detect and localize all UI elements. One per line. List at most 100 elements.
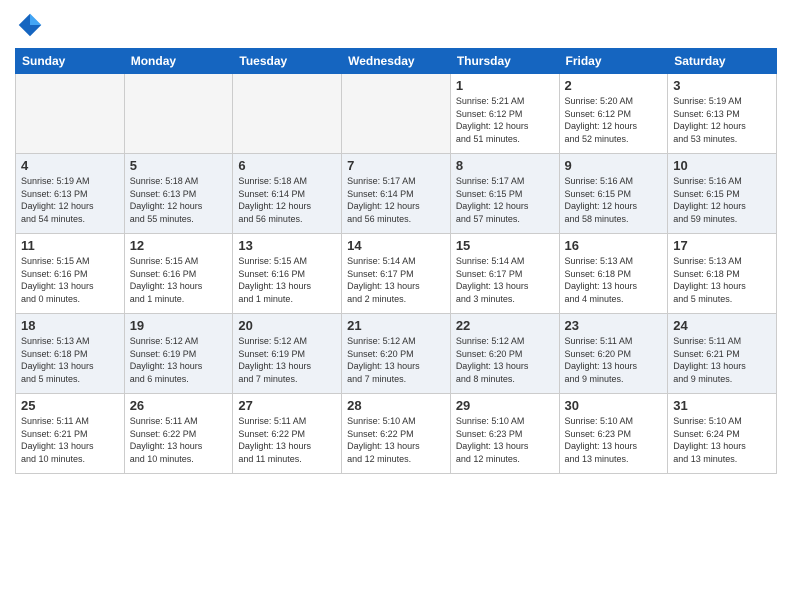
day-number: 19 — [130, 318, 228, 333]
day-info: Sunrise: 5:17 AM Sunset: 6:15 PM Dayligh… — [456, 175, 554, 225]
day-number: 7 — [347, 158, 445, 173]
day-number: 29 — [456, 398, 554, 413]
calendar-cell: 21 Sunrise: 5:12 AM Sunset: 6:20 PM Dayli… — [342, 314, 451, 394]
day-number: 14 — [347, 238, 445, 253]
day-info: Sunrise: 5:12 AM Sunset: 6:19 PM Dayligh… — [130, 335, 228, 385]
day-info: Sunrise: 5:19 AM Sunset: 6:13 PM Dayligh… — [673, 95, 771, 145]
calendar-week-5: 25 Sunrise: 5:11 AM Sunset: 6:21 PM Dayli… — [16, 394, 777, 474]
day-number: 30 — [565, 398, 663, 413]
weekday-header-wednesday: Wednesday — [342, 49, 451, 74]
day-number: 21 — [347, 318, 445, 333]
day-info: Sunrise: 5:15 AM Sunset: 6:16 PM Dayligh… — [130, 255, 228, 305]
calendar-cell: 16 Sunrise: 5:13 AM Sunset: 6:18 PM Dayli… — [559, 234, 668, 314]
day-number: 6 — [238, 158, 336, 173]
day-number: 24 — [673, 318, 771, 333]
calendar-table: SundayMondayTuesdayWednesdayThursdayFrid… — [15, 48, 777, 474]
day-number: 11 — [21, 238, 119, 253]
day-info: Sunrise: 5:16 AM Sunset: 6:15 PM Dayligh… — [673, 175, 771, 225]
calendar-cell — [124, 74, 233, 154]
day-number: 31 — [673, 398, 771, 413]
logo — [15, 10, 49, 40]
day-number: 5 — [130, 158, 228, 173]
calendar-week-2: 4 Sunrise: 5:19 AM Sunset: 6:13 PM Daylig… — [16, 154, 777, 234]
day-number: 17 — [673, 238, 771, 253]
weekday-header-saturday: Saturday — [668, 49, 777, 74]
day-number: 27 — [238, 398, 336, 413]
calendar-cell: 23Sunrise: 5:11 AM Sunset: 6:20 PM Dayli… — [559, 314, 668, 394]
day-info: Sunrise: 5:11 AM Sunset: 6:21 PM Dayligh… — [21, 415, 119, 465]
day-number: 4 — [21, 158, 119, 173]
weekday-header-friday: Friday — [559, 49, 668, 74]
day-number: 1 — [456, 78, 554, 93]
day-number: 3 — [673, 78, 771, 93]
calendar-cell — [233, 74, 342, 154]
page: SundayMondayTuesdayWednesdayThursdayFrid… — [0, 0, 792, 612]
calendar-cell: 5Sunrise: 5:18 AM Sunset: 6:13 PM Daylig… — [124, 154, 233, 234]
weekday-header-sunday: Sunday — [16, 49, 125, 74]
calendar-cell: 17 Sunrise: 5:13 AM Sunset: 6:18 PM Dayli… — [668, 234, 777, 314]
calendar-cell — [342, 74, 451, 154]
day-number: 8 — [456, 158, 554, 173]
day-info: Sunrise: 5:19 AM Sunset: 6:13 PM Dayligh… — [21, 175, 119, 225]
day-number: 2 — [565, 78, 663, 93]
day-number: 28 — [347, 398, 445, 413]
day-number: 13 — [238, 238, 336, 253]
day-info: Sunrise: 5:10 AM Sunset: 6:22 PM Dayligh… — [347, 415, 445, 465]
calendar-cell: 13 Sunrise: 5:15 AM Sunset: 6:16 PM Dayli… — [233, 234, 342, 314]
calendar-cell: 29 Sunrise: 5:10 AM Sunset: 6:23 PM Dayli… — [450, 394, 559, 474]
day-info: Sunrise: 5:12 AM Sunset: 6:20 PM Dayligh… — [456, 335, 554, 385]
calendar-cell: 8 Sunrise: 5:17 AM Sunset: 6:15 PM Daylig… — [450, 154, 559, 234]
day-info: Sunrise: 5:21 AM Sunset: 6:12 PM Dayligh… — [456, 95, 554, 145]
day-info: Sunrise: 5:15 AM Sunset: 6:16 PM Dayligh… — [238, 255, 336, 305]
calendar-cell: 3 Sunrise: 5:19 AM Sunset: 6:13 PM Daylig… — [668, 74, 777, 154]
calendar-cell: 12 Sunrise: 5:15 AM Sunset: 6:16 PM Dayli… — [124, 234, 233, 314]
calendar-week-1: 1 Sunrise: 5:21 AM Sunset: 6:12 PM Daylig… — [16, 74, 777, 154]
calendar-cell: 26 Sunrise: 5:11 AM Sunset: 6:22 PM Dayli… — [124, 394, 233, 474]
day-info: Sunrise: 5:18 AM Sunset: 6:14 PM Dayligh… — [238, 175, 336, 225]
calendar-cell: 11 Sunrise: 5:15 AM Sunset: 6:16 PM Dayli… — [16, 234, 125, 314]
day-number: 22 — [456, 318, 554, 333]
header — [15, 10, 777, 40]
day-info: Sunrise: 5:10 AM Sunset: 6:23 PM Dayligh… — [565, 415, 663, 465]
calendar-cell: 14Sunrise: 5:14 AM Sunset: 6:17 PM Dayli… — [342, 234, 451, 314]
calendar-cell — [16, 74, 125, 154]
calendar-cell: 15 Sunrise: 5:14 AM Sunset: 6:17 PM Dayli… — [450, 234, 559, 314]
day-info: Sunrise: 5:11 AM Sunset: 6:22 PM Dayligh… — [130, 415, 228, 465]
day-info: Sunrise: 5:15 AM Sunset: 6:16 PM Dayligh… — [21, 255, 119, 305]
calendar-cell: 22 Sunrise: 5:12 AM Sunset: 6:20 PM Dayli… — [450, 314, 559, 394]
weekday-header-tuesday: Tuesday — [233, 49, 342, 74]
weekday-header-row: SundayMondayTuesdayWednesdayThursdayFrid… — [16, 49, 777, 74]
day-number: 18 — [21, 318, 119, 333]
logo-icon — [15, 10, 45, 40]
day-info: Sunrise: 5:11 AM Sunset: 6:21 PM Dayligh… — [673, 335, 771, 385]
day-number: 12 — [130, 238, 228, 253]
day-info: Sunrise: 5:12 AM Sunset: 6:19 PM Dayligh… — [238, 335, 336, 385]
day-info: Sunrise: 5:10 AM Sunset: 6:24 PM Dayligh… — [673, 415, 771, 465]
day-info: Sunrise: 5:10 AM Sunset: 6:23 PM Dayligh… — [456, 415, 554, 465]
calendar-cell: 2 Sunrise: 5:20 AM Sunset: 6:12 PM Daylig… — [559, 74, 668, 154]
calendar-cell: 4 Sunrise: 5:19 AM Sunset: 6:13 PM Daylig… — [16, 154, 125, 234]
day-info: Sunrise: 5:13 AM Sunset: 6:18 PM Dayligh… — [673, 255, 771, 305]
calendar-cell: 9Sunrise: 5:16 AM Sunset: 6:15 PM Daylig… — [559, 154, 668, 234]
calendar-cell: 10 Sunrise: 5:16 AM Sunset: 6:15 PM Dayli… — [668, 154, 777, 234]
day-info: Sunrise: 5:13 AM Sunset: 6:18 PM Dayligh… — [565, 255, 663, 305]
day-number: 26 — [130, 398, 228, 413]
day-number: 16 — [565, 238, 663, 253]
calendar-cell: 31 Sunrise: 5:10 AM Sunset: 6:24 PM Dayli… — [668, 394, 777, 474]
day-number: 23 — [565, 318, 663, 333]
calendar-cell: 1 Sunrise: 5:21 AM Sunset: 6:12 PM Daylig… — [450, 74, 559, 154]
day-info: Sunrise: 5:14 AM Sunset: 6:17 PM Dayligh… — [456, 255, 554, 305]
calendar-cell: 6 Sunrise: 5:18 AM Sunset: 6:14 PM Daylig… — [233, 154, 342, 234]
day-number: 9 — [565, 158, 663, 173]
calendar-cell: 27 Sunrise: 5:11 AM Sunset: 6:22 PM Dayli… — [233, 394, 342, 474]
weekday-header-thursday: Thursday — [450, 49, 559, 74]
day-number: 15 — [456, 238, 554, 253]
weekday-header-monday: Monday — [124, 49, 233, 74]
day-number: 10 — [673, 158, 771, 173]
day-info: Sunrise: 5:20 AM Sunset: 6:12 PM Dayligh… — [565, 95, 663, 145]
day-info: Sunrise: 5:11 AM Sunset: 6:22 PM Dayligh… — [238, 415, 336, 465]
day-number: 25 — [21, 398, 119, 413]
day-info: Sunrise: 5:12 AM Sunset: 6:20 PM Dayligh… — [347, 335, 445, 385]
calendar-cell: 7Sunrise: 5:17 AM Sunset: 6:14 PM Daylig… — [342, 154, 451, 234]
calendar-cell: 30 Sunrise: 5:10 AM Sunset: 6:23 PM Dayli… — [559, 394, 668, 474]
